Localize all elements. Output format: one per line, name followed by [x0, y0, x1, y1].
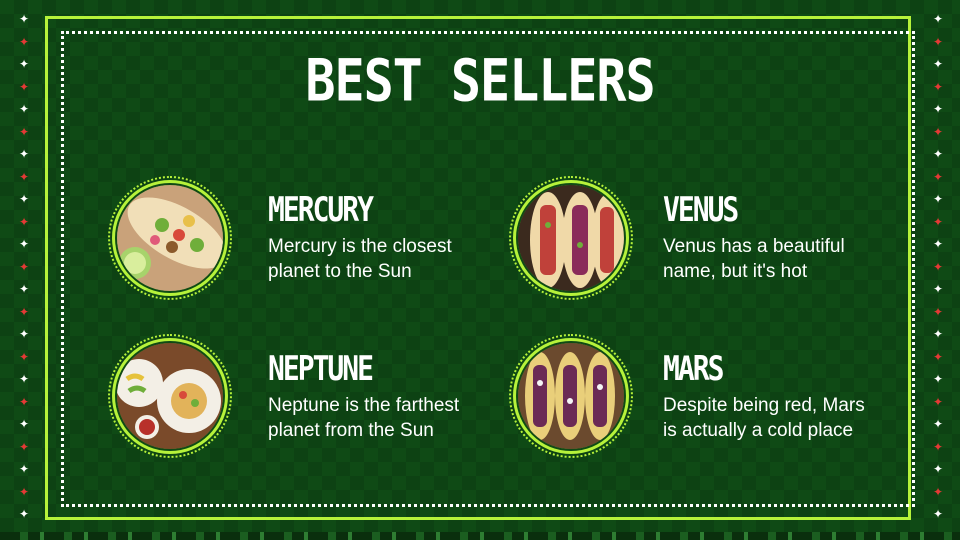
four-point-star-icon: ✦: [932, 147, 944, 161]
item-name-mars: MARS: [663, 349, 724, 389]
slide: ✦ ✦ ✦ ✦ ✦ ✦ ✦ ✦ ✦ ✦ ✦ ✦ ✦ ✦ ✦ ✦ ✦ ✦ ✦ ✦ ✦ ✦ ✦ ✦ ✦ ✦ ✦ ✦ ✦ ✦ ✦ ✦ ✦ ✦ ✦ ✦ ✦ ✦ ✦…: [0, 0, 960, 540]
four-point-star-icon: ✦: [18, 147, 30, 161]
four-point-star-icon: ✦: [18, 394, 30, 409]
four-point-star-icon: ✦: [18, 349, 30, 364]
four-point-star-icon: ✦: [932, 439, 944, 454]
four-point-star-icon: ✦: [18, 12, 30, 26]
four-point-star-icon: ✦: [932, 507, 944, 521]
four-point-star-icon: ✦: [932, 349, 944, 364]
four-point-star-icon: ✦: [18, 372, 30, 386]
four-point-star-icon: ✦: [932, 169, 944, 184]
four-point-star-icon: ✦: [932, 259, 944, 274]
four-point-star-icon: ✦: [932, 124, 944, 139]
four-point-star-icon: ✦: [932, 237, 944, 251]
four-point-star-icon: ✦: [18, 192, 30, 206]
item-description-neptune: Neptune is the farthest planet from the …: [268, 395, 460, 441]
four-point-star-icon: ✦: [932, 372, 944, 386]
food-photo-mars: [518, 343, 624, 449]
item-description-mars: Despite being red, Mars is actually a co…: [663, 395, 865, 441]
page-title: BEST SELLERS: [305, 47, 655, 115]
four-point-star-icon: ✦: [18, 417, 30, 431]
four-point-star-icon: ✦: [18, 507, 30, 521]
four-point-star-icon: ✦: [932, 214, 944, 229]
food-photo-mercury: [117, 185, 223, 291]
bottom-pattern-band: [0, 532, 960, 540]
four-point-star-icon: ✦: [932, 327, 944, 341]
four-point-star-icon: ✦: [18, 304, 30, 319]
four-point-star-icon: ✦: [932, 484, 944, 499]
food-photo-venus: [518, 185, 624, 291]
four-point-star-icon: ✦: [18, 214, 30, 229]
four-point-star-icon: ✦: [18, 462, 30, 476]
four-point-star-icon: ✦: [18, 484, 30, 499]
four-point-star-icon: ✦: [932, 304, 944, 319]
item-description-mercury: Mercury is the closest planet to the Sun: [268, 236, 452, 282]
four-point-star-icon: ✦: [932, 282, 944, 296]
food-photo-neptune: [117, 343, 223, 449]
four-point-star-icon: ✦: [18, 124, 30, 139]
four-point-star-icon: ✦: [18, 237, 30, 251]
four-point-star-icon: ✦: [932, 394, 944, 409]
four-point-star-icon: ✦: [18, 439, 30, 454]
item-name-neptune: NEPTUNE: [268, 349, 374, 389]
four-point-star-icon: ✦: [18, 259, 30, 274]
four-point-star-icon: ✦: [18, 282, 30, 296]
four-point-star-icon: ✦: [18, 169, 30, 184]
item-description-venus: Venus has a beautiful name, but it's hot: [663, 236, 845, 282]
four-point-star-icon: ✦: [932, 192, 944, 206]
four-point-star-icon: ✦: [932, 417, 944, 431]
four-point-star-icon: ✦: [932, 462, 944, 476]
item-name-venus: VENUS: [663, 190, 739, 230]
four-point-star-icon: ✦: [18, 327, 30, 341]
item-name-mercury: MERCURY: [268, 190, 374, 230]
four-point-star-icon: ✦: [932, 12, 944, 26]
